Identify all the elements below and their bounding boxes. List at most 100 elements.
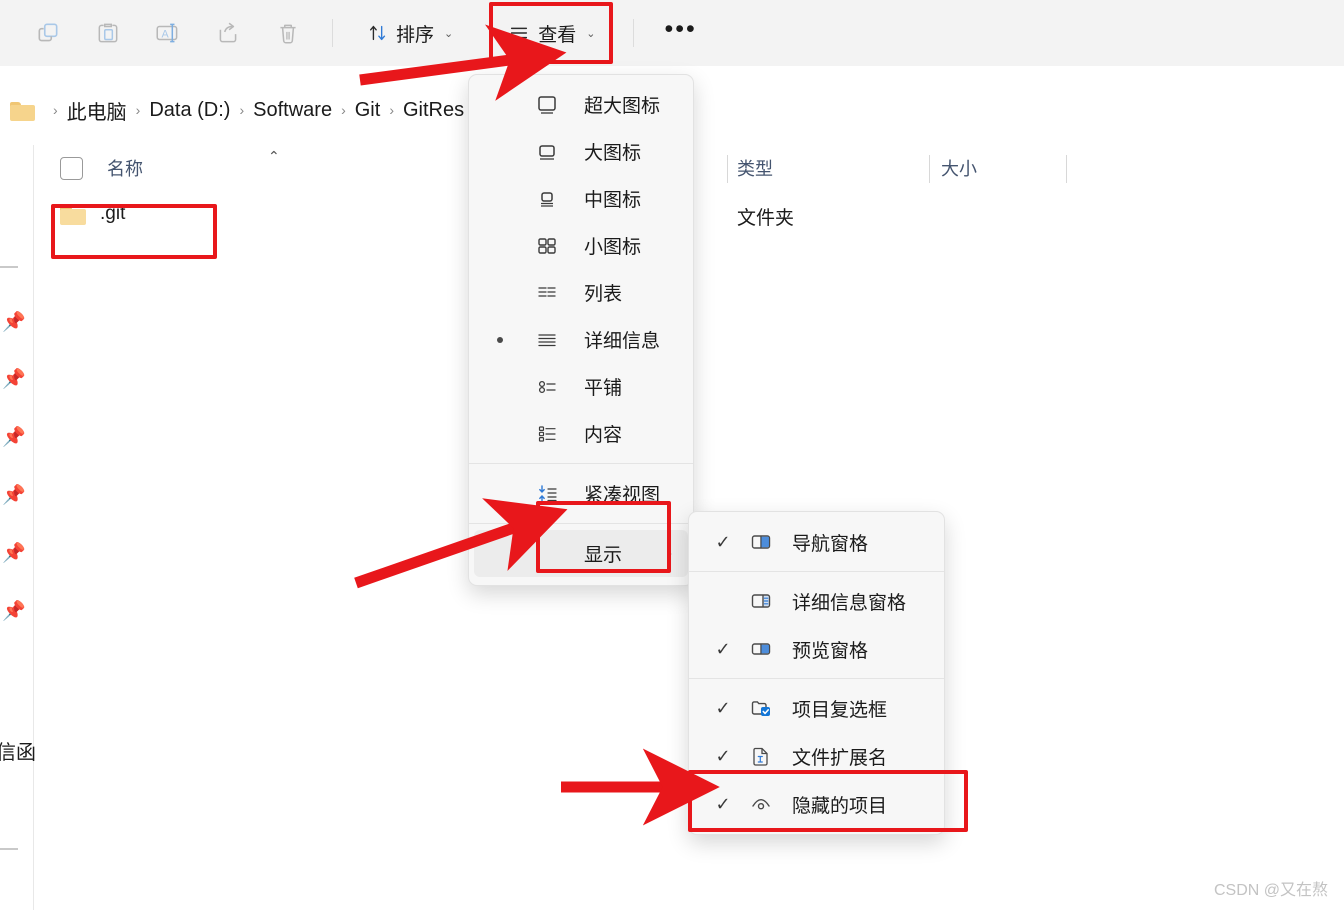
small-icons-icon	[529, 234, 565, 258]
preview-pane-icon	[746, 637, 776, 661]
pin-icon[interactable]: 📌	[2, 541, 26, 564]
highlight-box-hidden-items	[688, 770, 968, 832]
copy-icon[interactable]	[26, 13, 70, 53]
file-explorer-window: A 排序 ⌄ 查看 ⌄ ••• › 此电脑 › Data (D:) › Soft…	[0, 0, 1344, 910]
toolbar-divider	[332, 19, 333, 47]
column-header-name-label: 名称	[107, 159, 143, 179]
nav-divider-line-top	[0, 266, 18, 268]
selected-bullet-icon	[497, 336, 503, 343]
submenu-item-label: 项目复选框	[792, 699, 888, 721]
menu-item-label: 详细信息	[584, 331, 661, 352]
menu-item-label: 内容	[584, 425, 623, 446]
breadcrumb-item-0[interactable]: 此电脑	[67, 96, 127, 125]
pin-icon[interactable]: 📌	[2, 599, 26, 622]
list-icon	[529, 281, 565, 305]
sort-button[interactable]: 排序 ⌄	[355, 13, 465, 53]
extra-large-icons-icon	[529, 93, 565, 117]
sort-label: 排序	[396, 24, 435, 46]
breadcrumb-separator-1: ›	[135, 102, 141, 118]
share-icon[interactable]	[206, 13, 250, 53]
column-divider-1[interactable]	[727, 155, 728, 183]
check-icon: ✓	[715, 745, 731, 766]
breadcrumb-item-4[interactable]: GitRes	[403, 99, 464, 122]
breadcrumb-folder-icon	[10, 100, 36, 121]
check-icon: ✓	[715, 697, 731, 718]
file-type-label: 文件夹	[737, 208, 795, 229]
pin-icon[interactable]: 📌	[2, 425, 26, 448]
select-all-checkbox[interactable]	[60, 156, 83, 180]
breadcrumb-separator-4: ›	[389, 102, 394, 118]
menu-separator	[469, 463, 693, 464]
submenu-item-label: 详细信息窗格	[792, 592, 907, 614]
pin-icon[interactable]: 📌	[2, 483, 26, 506]
pin-icon[interactable]: 📌	[2, 310, 26, 333]
nav-item-truncated-label[interactable]: 信函	[0, 736, 36, 765]
column-header-name[interactable]: 名称	[60, 145, 143, 191]
paste-icon[interactable]	[86, 13, 130, 53]
menu-item-label: 超大图标	[584, 96, 661, 117]
details-pane-icon	[746, 589, 776, 613]
menu-item-label: 大图标	[584, 143, 642, 164]
details-icon	[529, 328, 565, 352]
sort-chevron-down-icon: ⌄	[444, 27, 454, 40]
large-icons-icon	[529, 140, 565, 164]
sort-ascending-icon: ⌃	[268, 148, 280, 164]
submenu-separator-2	[689, 678, 944, 679]
menu-item-medium-icons[interactable]: 中图标	[469, 175, 693, 222]
file-extensions-icon	[746, 744, 776, 768]
column-header-size[interactable]: 大小	[941, 145, 977, 191]
watermark: CSDN @又在熬	[1213, 882, 1328, 899]
menu-item-label: 平铺	[584, 378, 623, 399]
svg-text:A: A	[162, 28, 170, 40]
navigation-pane-strip: 📌 📌 📌 📌 📌 📌	[0, 145, 33, 910]
toolbar-divider-2	[633, 19, 635, 47]
view-lines-icon	[511, 27, 528, 39]
breadcrumb-item-1[interactable]: Data (D:)	[149, 99, 230, 122]
navigation-pane-icon	[746, 530, 776, 554]
menu-item-content[interactable]: 内容	[469, 410, 693, 457]
more-options-icon[interactable]: •••	[664, 16, 696, 43]
highlight-box-show	[536, 501, 671, 573]
breadcrumb-item-3[interactable]: Git	[355, 99, 381, 122]
item-checkboxes-icon	[746, 696, 776, 720]
submenu-separator-1	[689, 571, 944, 572]
submenu-item-navigation-pane[interactable]: ✓ 导航窗格	[689, 518, 944, 566]
submenu-item-item-checkboxes[interactable]: ✓ 项目复选框	[689, 684, 944, 732]
pin-icon[interactable]: 📌	[2, 367, 26, 390]
sort-arrows-icon	[369, 25, 386, 41]
menu-item-large-icons[interactable]: 大图标	[469, 128, 693, 175]
delete-icon[interactable]	[266, 13, 310, 53]
nav-pane-border	[33, 145, 34, 910]
view-chevron-down-icon: ⌄	[586, 27, 596, 40]
menu-item-extra-large-icons[interactable]: 超大图标	[469, 81, 693, 128]
check-icon: ✓	[715, 531, 731, 552]
tiles-icon	[529, 375, 565, 399]
menu-item-label: 列表	[584, 284, 623, 305]
submenu-item-label: 文件扩展名	[792, 747, 888, 769]
submenu-item-details-pane[interactable]: 详细信息窗格	[689, 577, 944, 625]
medium-icons-icon	[529, 187, 565, 211]
submenu-item-label: 导航窗格	[792, 533, 869, 555]
column-divider-2[interactable]	[929, 155, 930, 183]
menu-item-small-icons[interactable]: 小图标	[469, 222, 693, 269]
column-divider-3[interactable]	[1066, 155, 1067, 183]
breadcrumb-item-2[interactable]: Software	[253, 99, 332, 122]
rename-icon[interactable]: A	[146, 13, 190, 53]
breadcrumb-separator-3: ›	[341, 102, 346, 118]
submenu-item-preview-pane[interactable]: ✓ 预览窗格	[689, 625, 944, 673]
menu-item-label: 中图标	[584, 190, 642, 211]
view-button[interactable]: 查看 ⌄	[489, 2, 614, 64]
nav-divider-line-bottom	[0, 848, 18, 850]
check-icon: ✓	[715, 638, 731, 659]
menu-item-label: 小图标	[584, 237, 642, 258]
breadcrumb-separator-0: ›	[53, 102, 58, 118]
menu-item-tiles[interactable]: 平铺	[469, 363, 693, 410]
content-icon	[529, 422, 565, 446]
column-header-type[interactable]: 类型	[737, 145, 773, 191]
submenu-item-label: 预览窗格	[792, 640, 869, 662]
menu-item-list[interactable]: 列表	[469, 269, 693, 316]
menu-item-details[interactable]: 详细信息	[469, 316, 693, 363]
column-header-size-label: 大小	[941, 159, 977, 179]
breadcrumb-separator-2: ›	[239, 102, 245, 118]
column-header-type-label: 类型	[737, 159, 773, 179]
